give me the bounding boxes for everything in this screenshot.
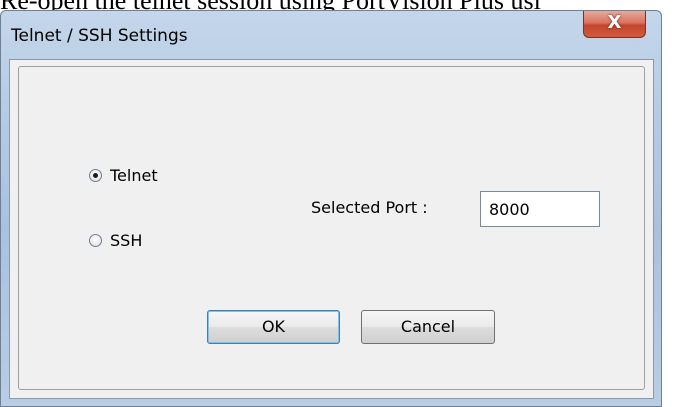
selected-port-label: Selected Port : bbox=[311, 198, 428, 217]
settings-dialog: Telnet / SSH Settings X Telnet SSH Selec… bbox=[0, 10, 662, 407]
ok-button[interactable]: OK bbox=[207, 310, 340, 344]
dialog-client-area: Telnet SSH Selected Port : 8000 OK Cance… bbox=[9, 59, 654, 399]
telnet-radio[interactable]: Telnet bbox=[89, 166, 158, 185]
close-icon: X bbox=[607, 12, 622, 33]
ssh-label: SSH bbox=[110, 231, 143, 250]
title-bar[interactable]: Telnet / SSH Settings X bbox=[1, 11, 661, 58]
radio-unchecked-icon bbox=[89, 234, 102, 247]
ssh-radio[interactable]: SSH bbox=[89, 231, 142, 250]
telnet-label: Telnet bbox=[110, 166, 158, 185]
window-title: Telnet / SSH Settings bbox=[11, 26, 188, 46]
radio-checked-icon bbox=[89, 169, 102, 182]
settings-group: Telnet SSH Selected Port : 8000 OK Cance… bbox=[18, 66, 645, 390]
close-button[interactable]: X bbox=[583, 11, 646, 38]
cancel-button[interactable]: Cancel bbox=[361, 310, 495, 344]
port-input[interactable]: 8000 bbox=[480, 191, 600, 227]
